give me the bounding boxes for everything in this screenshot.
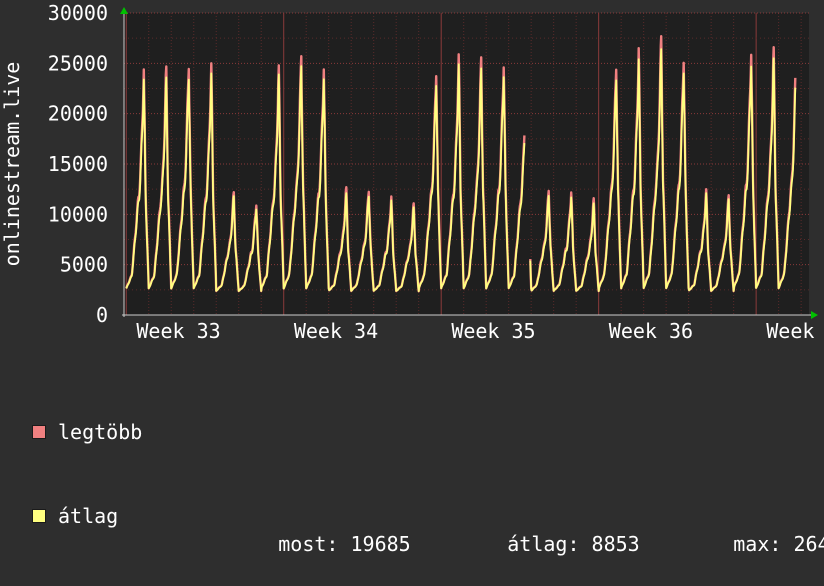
- x-axis-ticks: Week 33 Week 34 Week 35 Week 36 Week: [136, 319, 814, 343]
- y-tick-label: 30000: [48, 1, 108, 25]
- y-tick-label: 15000: [48, 152, 108, 176]
- stat-avg: átlag: 8853: [435, 502, 640, 586]
- legend-item-avg: átlag most: 19685 átlag: 8853 max: 26459: [32, 502, 824, 556]
- y-tick-label: 0: [96, 303, 108, 327]
- legend-label-max: legtöbb: [58, 420, 143, 444]
- y-axis-arrow-icon: [120, 7, 128, 14]
- stat-avg-value: 8853: [591, 532, 640, 556]
- stat-now-label: most:: [278, 532, 339, 556]
- stat-avg-label: átlag:: [507, 532, 580, 556]
- legend: legtöbb átlag most: 19685 átlag: 8853 ma…: [32, 362, 824, 558]
- legend-label-avg: átlag: [58, 504, 119, 528]
- stat-now: most: 19685: [206, 502, 411, 586]
- stat-max-value: 26459: [793, 532, 824, 556]
- stat-max: max: 26459: [661, 502, 824, 586]
- y-tick-label: 5000: [60, 253, 108, 277]
- y-tick-label: 25000: [48, 51, 108, 75]
- y-axis-title: onlinestream.live: [0, 62, 24, 267]
- y-tick-label: 20000: [48, 102, 108, 126]
- x-tick-label: Week 33: [136, 319, 220, 343]
- stat-max-label: max:: [733, 532, 782, 556]
- y-tick-label: 10000: [48, 202, 108, 226]
- x-tick-label: Week: [766, 319, 814, 343]
- x-tick-label: Week 34: [294, 319, 378, 343]
- x-tick-label: Week 35: [451, 319, 535, 343]
- legend-swatch-max: [32, 425, 46, 439]
- x-axis-arrow-icon: [811, 311, 818, 319]
- legend-item-max: legtöbb: [32, 418, 142, 446]
- x-tick-label: Week 36: [609, 319, 693, 343]
- stat-now-value: 19685: [350, 532, 411, 556]
- legend-swatch-avg: [32, 509, 46, 523]
- y-axis-ticks: 0 5000 10000 15000 20000 25000 30000: [48, 1, 108, 327]
